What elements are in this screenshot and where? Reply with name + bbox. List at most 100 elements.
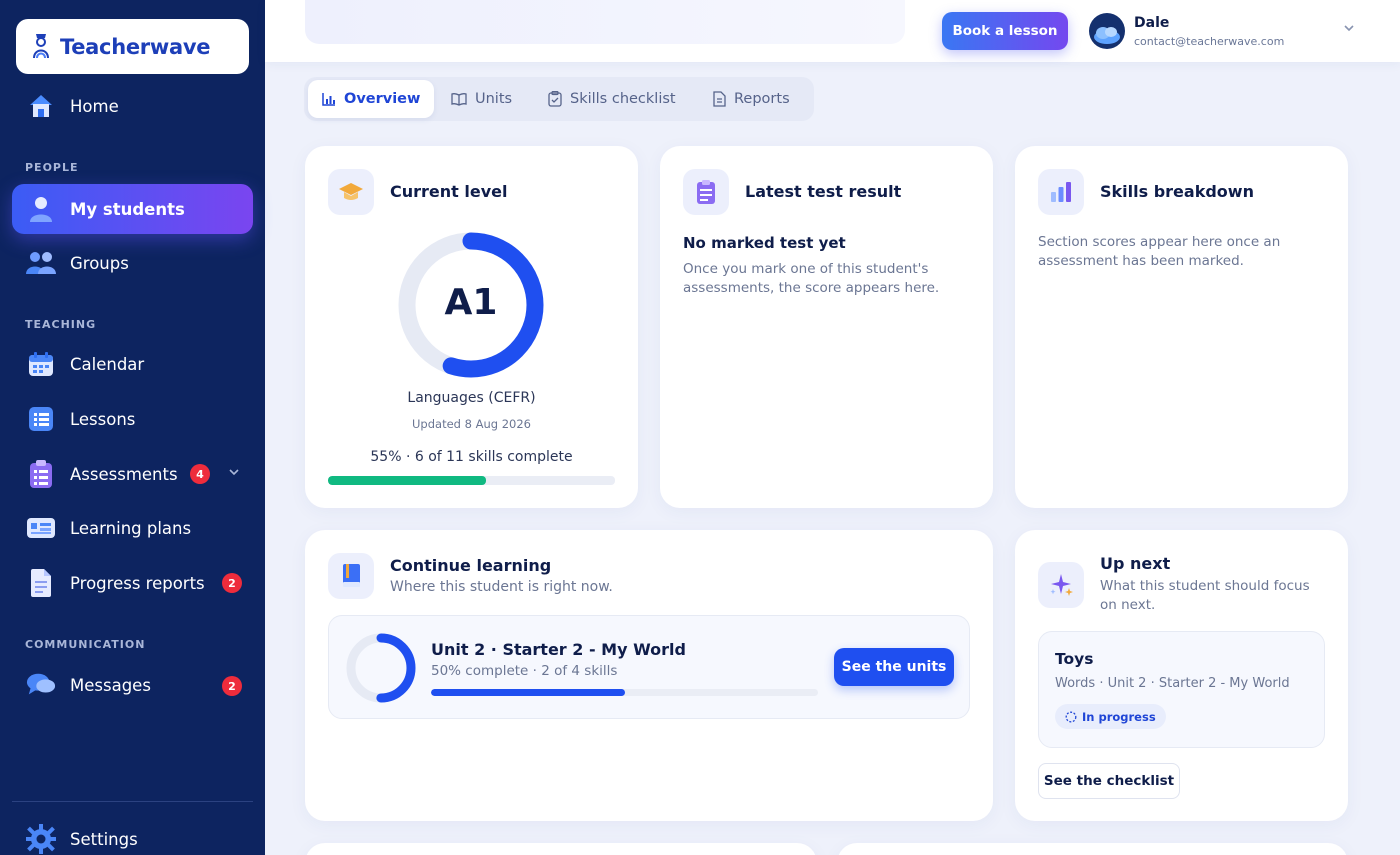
section-label-communication: COMMUNICATION bbox=[25, 638, 146, 651]
user-email: contact@teacherwave.com bbox=[1134, 35, 1285, 48]
sidebar-item-label: Messages bbox=[70, 675, 151, 695]
app-name: Teacherwave bbox=[60, 34, 211, 59]
latest-test-body: Once you mark one of this student's asse… bbox=[683, 261, 940, 296]
status-label: In progress bbox=[1082, 709, 1156, 724]
up-next-item-title: Toys bbox=[1055, 650, 1094, 668]
user-menu-chevron-down-icon[interactable] bbox=[1343, 22, 1355, 37]
sidebar-item-label: Settings bbox=[70, 829, 138, 849]
bar-chart-icon bbox=[322, 92, 336, 106]
up-next-item-meta: Words · Unit 2 · Starter 2 - My World bbox=[1055, 676, 1290, 691]
card-subtitle: What this student should focus on next. bbox=[1100, 578, 1310, 613]
sidebar-item-label: Calendar bbox=[70, 354, 145, 374]
avatar[interactable] bbox=[1089, 13, 1125, 49]
list-icon bbox=[26, 404, 56, 434]
sidebar-item-label: My students bbox=[70, 199, 185, 219]
chat-bubbles-icon bbox=[26, 670, 56, 700]
card-title: Current level bbox=[390, 182, 508, 201]
tab-label: Skills checklist bbox=[570, 91, 676, 107]
sidebar-divider bbox=[12, 801, 253, 802]
level-progress-bar bbox=[328, 476, 615, 485]
tab-label: Overview bbox=[344, 91, 421, 107]
latest-test-card: Latest test result No marked test yet On… bbox=[660, 146, 993, 508]
book-icon bbox=[328, 553, 374, 599]
user-name: Dale bbox=[1134, 15, 1170, 31]
up-next-item[interactable]: Toys Words · Unit 2 · Starter 2 - My Wor… bbox=[1038, 631, 1325, 748]
sidebar-item-my-students[interactable]: My students bbox=[12, 184, 253, 234]
current-level-card: Current level A1 Languages (CEFR) Update… bbox=[305, 146, 638, 508]
sidebar: Teacherwave Home PEOPLE My students Grou… bbox=[0, 0, 265, 855]
file-text-icon bbox=[713, 91, 726, 107]
sidebar-item-lessons[interactable]: Lessons bbox=[12, 394, 253, 444]
app-logo[interactable]: Teacherwave bbox=[16, 19, 249, 74]
unit-progress-text: 50% complete · 2 of 4 skills bbox=[431, 663, 618, 679]
tab-label: Reports bbox=[734, 91, 790, 107]
see-checklist-button[interactable]: See the checklist bbox=[1038, 763, 1180, 799]
tab-units[interactable]: Units bbox=[437, 80, 526, 118]
logo-icon bbox=[30, 30, 52, 64]
sidebar-item-label: Lessons bbox=[70, 409, 136, 429]
clipboard-check-icon bbox=[548, 91, 562, 107]
sidebar-item-label: Assessments bbox=[70, 464, 178, 484]
latest-test-heading: No marked test yet bbox=[683, 234, 846, 252]
unit-progress-fill bbox=[431, 689, 625, 696]
sparkles-icon bbox=[1038, 562, 1084, 608]
gear-icon bbox=[26, 824, 56, 854]
top-bar-banner bbox=[305, 0, 905, 44]
card-title: Latest test result bbox=[745, 182, 902, 201]
tab-skills-checklist[interactable]: Skills checklist bbox=[534, 80, 690, 118]
users-icon bbox=[26, 248, 56, 278]
skills-breakdown-body: Section scores appear here once an asses… bbox=[1038, 234, 1281, 269]
sidebar-item-learning-plans[interactable]: Learning plans bbox=[12, 503, 253, 553]
level-progress-fill bbox=[328, 476, 486, 485]
section-label-people: PEOPLE bbox=[25, 161, 79, 174]
skills-breakdown-card: Skills breakdown Section scores appear h… bbox=[1015, 146, 1348, 508]
book-lesson-button[interactable]: Book a lesson bbox=[942, 12, 1068, 50]
see-units-button[interactable]: See the units bbox=[834, 648, 954, 686]
sidebar-item-assessments[interactable]: Assessments bbox=[12, 449, 253, 499]
progress-reports-count-badge: 2 bbox=[222, 573, 242, 593]
bar-chart-icon bbox=[1038, 169, 1084, 215]
partial-card bbox=[305, 843, 817, 855]
spinner-icon bbox=[1065, 711, 1077, 723]
sidebar-item-progress-reports[interactable]: Progress reports bbox=[12, 558, 253, 608]
tab-reports[interactable]: Reports bbox=[699, 80, 804, 118]
tab-overview[interactable]: Overview bbox=[308, 80, 435, 118]
tab-label: Units bbox=[475, 91, 513, 107]
sidebar-item-label: Groups bbox=[70, 253, 129, 273]
card-title: Continue learning bbox=[390, 556, 552, 575]
current-unit-panel: Unit 2 · Starter 2 - My World 50% comple… bbox=[328, 615, 970, 719]
id-card-icon bbox=[26, 513, 56, 543]
unit-title: Unit 2 · Starter 2 - My World bbox=[431, 640, 686, 659]
sidebar-item-home[interactable]: Home bbox=[12, 81, 253, 131]
book-open-icon bbox=[451, 92, 467, 106]
card-title: Skills breakdown bbox=[1100, 182, 1254, 201]
continue-learning-card: Continue learning Where this student is … bbox=[305, 530, 993, 821]
sidebar-item-messages[interactable]: Messages bbox=[12, 660, 253, 710]
section-label-teaching: TEACHING bbox=[25, 318, 97, 331]
sidebar-item-calendar[interactable]: Calendar bbox=[12, 339, 253, 389]
level-updated: Updated 8 Aug 2026 bbox=[412, 417, 531, 431]
up-next-card: Up next What this student should focus o… bbox=[1015, 530, 1348, 821]
sidebar-item-label: Progress reports bbox=[70, 573, 205, 593]
partial-card bbox=[837, 843, 1348, 855]
user-icon bbox=[26, 194, 56, 224]
sidebar-item-label: Learning plans bbox=[70, 518, 192, 538]
card-subtitle: Where this student is right now. bbox=[390, 579, 613, 595]
top-bar: Book a lesson Dale contact@teacherwave.c… bbox=[265, 0, 1400, 62]
unit-progress-ring bbox=[346, 633, 416, 703]
calendar-icon bbox=[26, 349, 56, 379]
level-value: A1 bbox=[444, 282, 498, 323]
unit-progress-bar bbox=[431, 689, 818, 696]
clipboard-list-icon bbox=[683, 169, 729, 215]
home-icon bbox=[26, 91, 56, 121]
sidebar-item-groups[interactable]: Groups bbox=[12, 238, 253, 288]
tab-bar: Overview Units Skills checklist Reports bbox=[304, 77, 814, 121]
chevron-down-icon[interactable] bbox=[228, 466, 240, 481]
messages-count-badge: 2 bbox=[222, 676, 242, 696]
document-icon bbox=[26, 568, 56, 598]
level-framework: Languages (CEFR) bbox=[407, 390, 536, 406]
graduation-cap-icon bbox=[328, 169, 374, 215]
card-title: Up next bbox=[1100, 554, 1171, 573]
sidebar-item-settings[interactable]: Settings bbox=[12, 814, 253, 855]
level-progress-text: 55% · 6 of 11 skills complete bbox=[370, 449, 573, 465]
